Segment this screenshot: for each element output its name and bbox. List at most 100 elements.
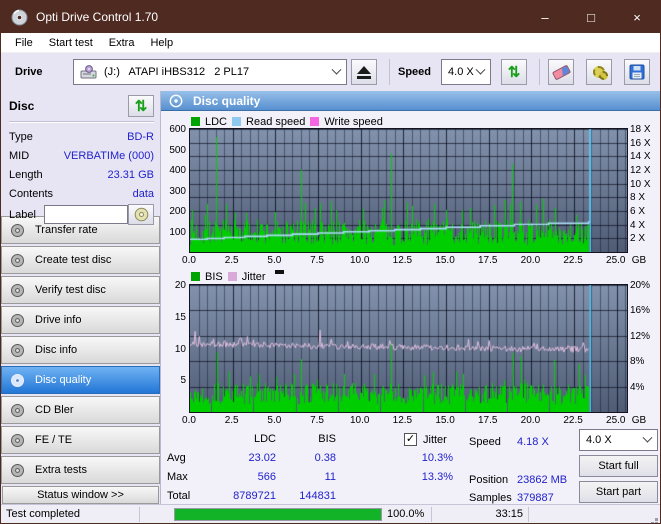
- disc-panel: Disc ⇅ Type BD-R MID VERBATIMe (000) Length 2…: [1, 91, 160, 225]
- y-axis-right-tick-label: 20%: [630, 280, 651, 291]
- stats-header-bis: BIS: [318, 433, 336, 445]
- x-axis-tick-label: 15.0: [435, 255, 455, 266]
- x-axis-tick-label: 2.5: [224, 415, 239, 426]
- app-window: Opti Drive Control 1.70 – □ × File Start …: [0, 0, 661, 524]
- disc-field-label: Type: [9, 130, 33, 143]
- status-window-button[interactable]: Status window >>: [2, 486, 159, 504]
- disc-icon: [134, 207, 148, 222]
- y-axis-tick-label: 600: [169, 124, 186, 135]
- y-axis-right-tick-label: 4 X: [630, 219, 646, 231]
- sidebar-item-drive-info[interactable]: Drive info: [1, 306, 160, 334]
- progress-percent: 100.0%: [387, 508, 425, 520]
- drive-select[interactable]: (J:) ATAPI iHBS312 2 PL17: [73, 59, 347, 85]
- y-axis-tick-label: 400: [169, 165, 186, 176]
- disc-field-value: VERBATIMe (000): [63, 149, 154, 162]
- menu-item-extra[interactable]: Extra: [101, 35, 143, 51]
- sidebar-item-create-test-disc[interactable]: Create test disc: [1, 246, 160, 274]
- stats-position-value: 23862 MB: [517, 474, 568, 486]
- erase-disc-button[interactable]: [548, 59, 575, 85]
- legend-label: Read speed: [246, 115, 306, 128]
- sidebar-item-verify-test-disc[interactable]: Verify test disc: [1, 276, 160, 304]
- sidebar-item-label: CD Bler: [35, 404, 74, 416]
- speed-label: Speed: [398, 66, 432, 78]
- close-button[interactable]: ×: [614, 1, 660, 33]
- x-axis-tick-label: 0.0: [182, 415, 196, 426]
- save-button[interactable]: [624, 59, 651, 85]
- x-axis-tick-label: 12.5: [392, 415, 413, 426]
- y-axis-right-tick-label: 6 X: [630, 206, 646, 217]
- disc-field-value: BD-R: [127, 130, 154, 143]
- refresh-icon: ⇅: [507, 63, 521, 81]
- sidebar-item-disc-info[interactable]: Disc info: [1, 336, 160, 364]
- toolbar-separator: [539, 59, 541, 85]
- stats-header-jitter: Jitter: [423, 434, 447, 446]
- disc-field-value: data: [132, 187, 154, 200]
- stats-jitter-value: 13.3%: [421, 471, 453, 483]
- drive-icon: [80, 65, 97, 79]
- toolbar: Drive (J:) ATAPI iHBS312 2 PL17 Speed 4.…: [1, 53, 660, 91]
- sidebar-item-extra-tests[interactable]: Extra tests: [1, 456, 160, 484]
- start-full-button[interactable]: Start full: [579, 455, 658, 477]
- x-axis-tick-label: 12.5: [392, 255, 413, 266]
- disc-refresh-button[interactable]: ⇅: [128, 95, 154, 117]
- chevron-down-icon: [331, 64, 342, 75]
- chevron-down-icon: [475, 64, 486, 75]
- quality-speed-select[interactable]: 4.0 X: [579, 429, 658, 451]
- disc-label-button[interactable]: [128, 204, 154, 225]
- speed-select[interactable]: 4.0 X: [441, 59, 492, 85]
- chart-legend-top: LDC Read speed Write speed: [191, 115, 383, 128]
- refresh-button[interactable]: ⇅: [501, 59, 528, 85]
- status-window-label: Status window >>: [37, 489, 124, 501]
- eraser-icon: [551, 64, 571, 80]
- sidebar-item-label: Extra tests: [35, 464, 87, 476]
- content-title: Disc quality: [193, 93, 261, 108]
- jitter-checkbox[interactable]: ✓: [404, 433, 417, 446]
- disc-icon: [11, 403, 24, 417]
- sidebar-item-disc-quality[interactable]: Disc quality: [1, 366, 160, 394]
- stats-area: LDC BIS ✓ Jitter Speed 4.18 X Avg 23.02 0.38 10.3…: [161, 429, 660, 506]
- minimize-button[interactable]: –: [522, 1, 568, 33]
- menu-bar: File Start test Extra Help: [1, 33, 660, 53]
- sidebar-item-label: Create test disc: [35, 254, 112, 266]
- eject-button[interactable]: [351, 59, 377, 85]
- menu-item-help[interactable]: Help: [142, 35, 181, 51]
- legend-swatch: [191, 117, 200, 126]
- stats-row-label: Max: [167, 471, 188, 483]
- disc-label-input[interactable]: [43, 205, 128, 224]
- toolbar-separator: [389, 59, 390, 85]
- maximize-button[interactable]: □: [568, 1, 614, 33]
- progress-bar: [174, 507, 382, 521]
- disc-field-row: Contents data: [9, 184, 154, 203]
- x-axis-tick-label: 17.5: [477, 415, 498, 426]
- legend-swatch: [191, 272, 200, 281]
- resize-grip[interactable]: [655, 518, 658, 521]
- menu-item-file[interactable]: File: [7, 35, 41, 51]
- disc-field-row: Length 23.31 GB: [9, 165, 154, 184]
- disc-icon: [11, 313, 24, 327]
- y-axis-right-tick-label: 14 X: [630, 151, 651, 163]
- x-axis-tick-label: 5.0: [267, 255, 282, 266]
- y-axis-right-tick-label: 10 X: [630, 178, 651, 190]
- stats-position-label: Position: [469, 474, 509, 486]
- ldc-chart-canvas: [190, 129, 627, 252]
- y-axis-tick-label: 10: [174, 343, 186, 355]
- start-part-button[interactable]: Start part: [579, 481, 658, 503]
- x-axis-tick-label: 5.0: [267, 415, 282, 426]
- x-axis-tick-label: 10.0: [349, 255, 370, 266]
- disc-panel-title: Disc: [9, 99, 35, 113]
- x-axis-tick-label: 25.0: [606, 415, 626, 426]
- disc-field-row: MID VERBATIMe (000): [9, 146, 154, 165]
- settings-button[interactable]: [586, 59, 613, 85]
- content-header: Disc quality: [161, 91, 660, 111]
- x-axis-tick-label: 0.0: [182, 255, 196, 266]
- jitter-scale-marker-icon: [274, 270, 284, 274]
- sidebar-item-label: Drive info: [35, 314, 82, 326]
- sidebar-item-cd-bler[interactable]: CD Bler: [1, 396, 160, 424]
- stats-speed-label: Speed: [469, 436, 501, 448]
- sidebar-item-fe-te[interactable]: FE / TE: [1, 426, 160, 454]
- menu-item-start-test[interactable]: Start test: [41, 35, 101, 51]
- disc-icon: [11, 373, 24, 387]
- title-bar: Opti Drive Control 1.70 – □ ×: [1, 1, 660, 33]
- chevron-down-icon: [642, 432, 653, 443]
- y-axis-right-tick-label: 12%: [630, 330, 651, 342]
